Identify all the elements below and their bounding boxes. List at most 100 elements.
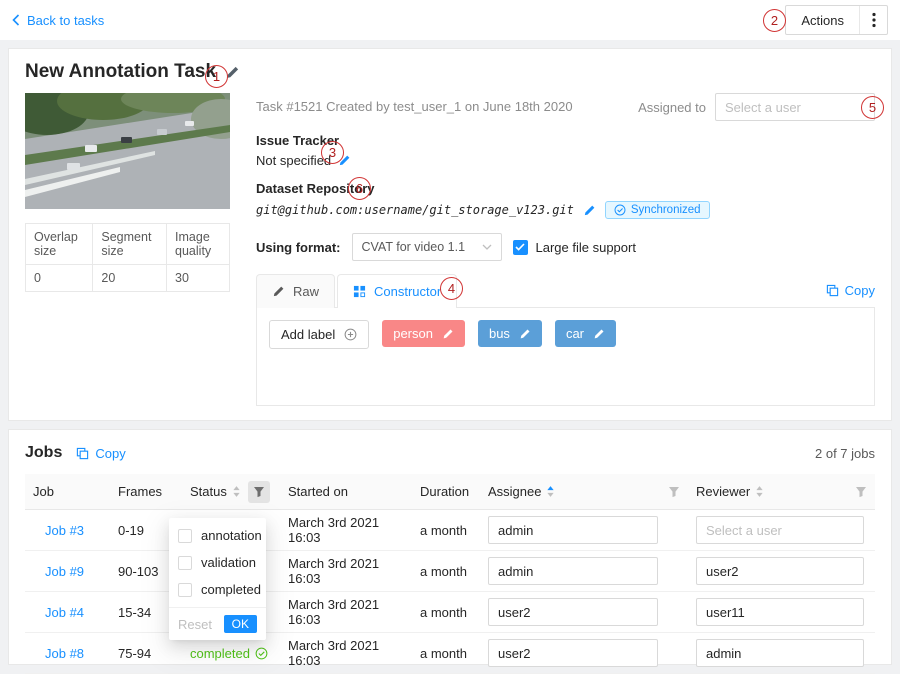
pencil-icon[interactable] bbox=[593, 328, 605, 340]
filter-reset-button[interactable]: Reset bbox=[178, 617, 212, 632]
back-link[interactable]: Back to tasks bbox=[12, 13, 104, 28]
reviewer-input[interactable] bbox=[696, 639, 864, 667]
labels-constructor-panel: Add label person bus car bbox=[256, 308, 875, 406]
plus-circle-icon bbox=[344, 328, 357, 341]
filter-option-validation[interactable]: validation bbox=[169, 549, 266, 576]
callout-3: 3 bbox=[321, 141, 344, 164]
assignee-filter-button[interactable] bbox=[668, 486, 680, 498]
filter-option-annotation[interactable]: annotation bbox=[169, 522, 266, 549]
back-label: Back to tasks bbox=[27, 13, 104, 28]
label-chip-person[interactable]: person bbox=[382, 320, 465, 347]
jobs-title: Jobs bbox=[25, 444, 62, 462]
issue-tracker-label: Issue Tracker bbox=[256, 133, 875, 148]
task-title: New Annotation Task bbox=[25, 61, 216, 83]
pencil-icon bbox=[272, 285, 285, 298]
task-meta: Task #1521 Created by test_user_1 on Jun… bbox=[256, 93, 573, 114]
table-row: Job #4 15-34 March 3rd 2021 16:03 a mont… bbox=[25, 592, 875, 633]
sync-badge-label: Synchronized bbox=[631, 204, 701, 216]
job-link[interactable]: Job #9 bbox=[45, 564, 84, 579]
column-assignee[interactable]: Assignee bbox=[480, 484, 688, 499]
task-params-table: Overlap size Segment size Image quality … bbox=[25, 223, 230, 292]
task-card: New Annotation Task bbox=[8, 48, 892, 421]
checkbox-icon[interactable] bbox=[178, 583, 192, 597]
task-preview-column: Overlap size Segment size Image quality … bbox=[25, 93, 230, 406]
labels-copy-label: Copy bbox=[845, 283, 875, 298]
filter-option-completed-label: completed bbox=[201, 582, 261, 597]
tab-raw[interactable]: Raw bbox=[256, 274, 335, 308]
more-icon bbox=[872, 12, 876, 28]
duration-cell: a month bbox=[412, 564, 480, 579]
jobs-copy-label: Copy bbox=[95, 446, 125, 461]
frames-cell: 75-94 bbox=[110, 646, 182, 661]
column-status[interactable]: Status bbox=[182, 481, 280, 503]
job-link[interactable]: Job #3 bbox=[45, 523, 84, 538]
large-file-label: Large file support bbox=[536, 240, 636, 255]
filter-option-validation-label: validation bbox=[201, 555, 256, 570]
checkbox-icon[interactable] bbox=[178, 556, 192, 570]
task-details-column: Task #1521 Created by test_user_1 on Jun… bbox=[230, 93, 875, 406]
table-row: Job #9 90-103 March 3rd 2021 16:03 a mon… bbox=[25, 551, 875, 592]
actions-button[interactable]: Actions bbox=[785, 5, 888, 35]
checkbox-icon[interactable] bbox=[178, 529, 192, 543]
pencil-icon[interactable] bbox=[519, 328, 531, 340]
label-chip-person-text: person bbox=[393, 326, 433, 341]
label-chip-bus[interactable]: bus bbox=[478, 320, 542, 347]
tab-constructor-label: Constructor bbox=[374, 284, 441, 299]
started-cell: March 3rd 2021 16:03 bbox=[280, 597, 412, 627]
assignee-input[interactable] bbox=[488, 598, 658, 626]
label-chip-car[interactable]: car bbox=[555, 320, 616, 347]
sorter-icon[interactable] bbox=[755, 485, 764, 498]
add-label-button[interactable]: Add label bbox=[269, 320, 369, 349]
filter-icon bbox=[855, 486, 867, 498]
reviewer-input[interactable] bbox=[696, 516, 864, 544]
actions-label: Actions bbox=[786, 6, 859, 34]
duration-cell: a month bbox=[412, 605, 480, 620]
jobs-card: Jobs Copy 2 of 7 jobs Job Frames Status … bbox=[8, 429, 892, 665]
status-filter-dropdown: annotation validation completed Reset OK bbox=[169, 518, 266, 640]
job-link[interactable]: Job #8 bbox=[45, 646, 84, 661]
param-header-overlap: Overlap size bbox=[26, 224, 93, 265]
status-filter-button[interactable] bbox=[248, 481, 270, 503]
filter-icon bbox=[253, 486, 265, 498]
tab-constructor[interactable]: Constructor bbox=[337, 274, 457, 308]
started-cell: March 3rd 2021 16:03 bbox=[280, 556, 412, 586]
column-frames: Frames bbox=[110, 484, 182, 499]
reviewer-input[interactable] bbox=[696, 598, 864, 626]
pencil-icon[interactable] bbox=[442, 328, 454, 340]
large-file-checkbox[interactable] bbox=[513, 240, 528, 255]
job-link[interactable]: Job #4 bbox=[45, 605, 84, 620]
assignee-input[interactable] bbox=[488, 516, 658, 544]
sorter-icon[interactable] bbox=[232, 485, 241, 498]
column-reviewer[interactable]: Reviewer bbox=[688, 484, 875, 499]
label-editor-tabs: Raw Constructor Copy bbox=[256, 273, 875, 308]
edit-repository-icon[interactable] bbox=[583, 204, 596, 217]
filter-icon bbox=[668, 486, 680, 498]
status-cell: completed bbox=[190, 646, 268, 661]
jobs-copy-button[interactable]: Copy bbox=[76, 446, 125, 461]
table-row: Job #3 0-19 March 3rd 2021 16:03 a month bbox=[25, 510, 875, 551]
check-circle-icon bbox=[255, 647, 268, 660]
assignee-input[interactable] bbox=[488, 557, 658, 585]
more-menu-button[interactable] bbox=[860, 6, 887, 34]
label-chip-car-text: car bbox=[566, 326, 584, 341]
labels-copy-button[interactable]: Copy bbox=[826, 283, 875, 298]
assigned-to-label: Assigned to bbox=[638, 100, 706, 115]
format-select[interactable]: CVAT for video 1.1 bbox=[352, 233, 502, 261]
sorter-icon[interactable] bbox=[546, 485, 555, 498]
reviewer-filter-button[interactable] bbox=[855, 486, 867, 498]
copy-icon bbox=[826, 284, 839, 297]
column-reviewer-label: Reviewer bbox=[696, 484, 750, 499]
using-format-label: Using format: bbox=[256, 240, 341, 255]
filter-option-completed[interactable]: completed bbox=[169, 576, 266, 603]
status-completed-label: completed bbox=[190, 646, 250, 661]
filter-ok-button[interactable]: OK bbox=[224, 615, 257, 633]
assigned-to-input[interactable] bbox=[715, 93, 875, 121]
chevron-down-icon bbox=[482, 244, 492, 250]
started-cell: March 3rd 2021 16:03 bbox=[280, 515, 412, 545]
param-value-overlap: 0 bbox=[26, 265, 93, 292]
format-select-value: CVAT for video 1.1 bbox=[362, 240, 482, 254]
reviewer-input[interactable] bbox=[696, 557, 864, 585]
copy-icon bbox=[76, 447, 89, 460]
callout-1: 1 bbox=[205, 65, 228, 88]
assignee-input[interactable] bbox=[488, 639, 658, 667]
